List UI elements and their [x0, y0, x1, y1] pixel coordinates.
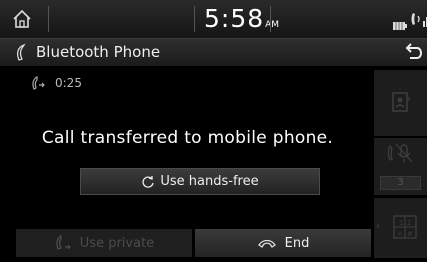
end-call-label: End	[284, 235, 310, 251]
call-status-message: Call transferred to mobile phone.	[41, 128, 334, 148]
use-handsfree-label: Use hands-free	[160, 174, 259, 189]
title-bar: Bluetooth Phone	[0, 39, 427, 66]
clock-ampm: AM	[265, 20, 280, 30]
divider	[194, 6, 195, 32]
battery-icon	[393, 15, 407, 30]
svg-text:1: 1	[399, 219, 403, 227]
call-duration: 0:25	[55, 76, 82, 90]
mic-mute-icon	[387, 143, 413, 163]
use-private-button[interactable]: Use private	[16, 229, 192, 257]
keypad-icon: 1 2 + #	[393, 215, 417, 239]
use-handsfree-button[interactable]: Use hands-free	[80, 168, 320, 195]
clock: 5:58AM	[204, 4, 279, 33]
clock-time: 5:58	[204, 4, 265, 33]
status-bar: 5:58AM	[0, 0, 427, 39]
svg-text:+: +	[397, 230, 403, 238]
divider	[270, 6, 271, 32]
home-icon[interactable]	[8, 6, 36, 32]
back-icon[interactable]	[402, 42, 424, 62]
contacts-button[interactable]	[374, 70, 427, 136]
page-title: Bluetooth Phone	[36, 43, 161, 61]
call-timer-icon	[30, 76, 46, 92]
end-call-button[interactable]: End	[195, 229, 371, 257]
svg-text:#: #	[407, 230, 413, 238]
phone-connected-icon	[410, 10, 422, 28]
use-private-label: Use private	[79, 235, 155, 251]
hang-up-icon	[257, 239, 276, 248]
divider	[48, 6, 49, 32]
svg-text:2: 2	[407, 219, 411, 227]
keypad-button[interactable]: 1 2 + #	[374, 198, 427, 258]
phone-icon	[13, 43, 29, 63]
contacts-icon	[392, 92, 410, 112]
mute-level-indicator: 3	[380, 176, 421, 190]
chevron-left-icon[interactable]: ‹	[376, 221, 380, 232]
signal-icon	[423, 12, 427, 27]
refresh-icon	[142, 175, 155, 188]
private-call-icon	[56, 235, 71, 250]
